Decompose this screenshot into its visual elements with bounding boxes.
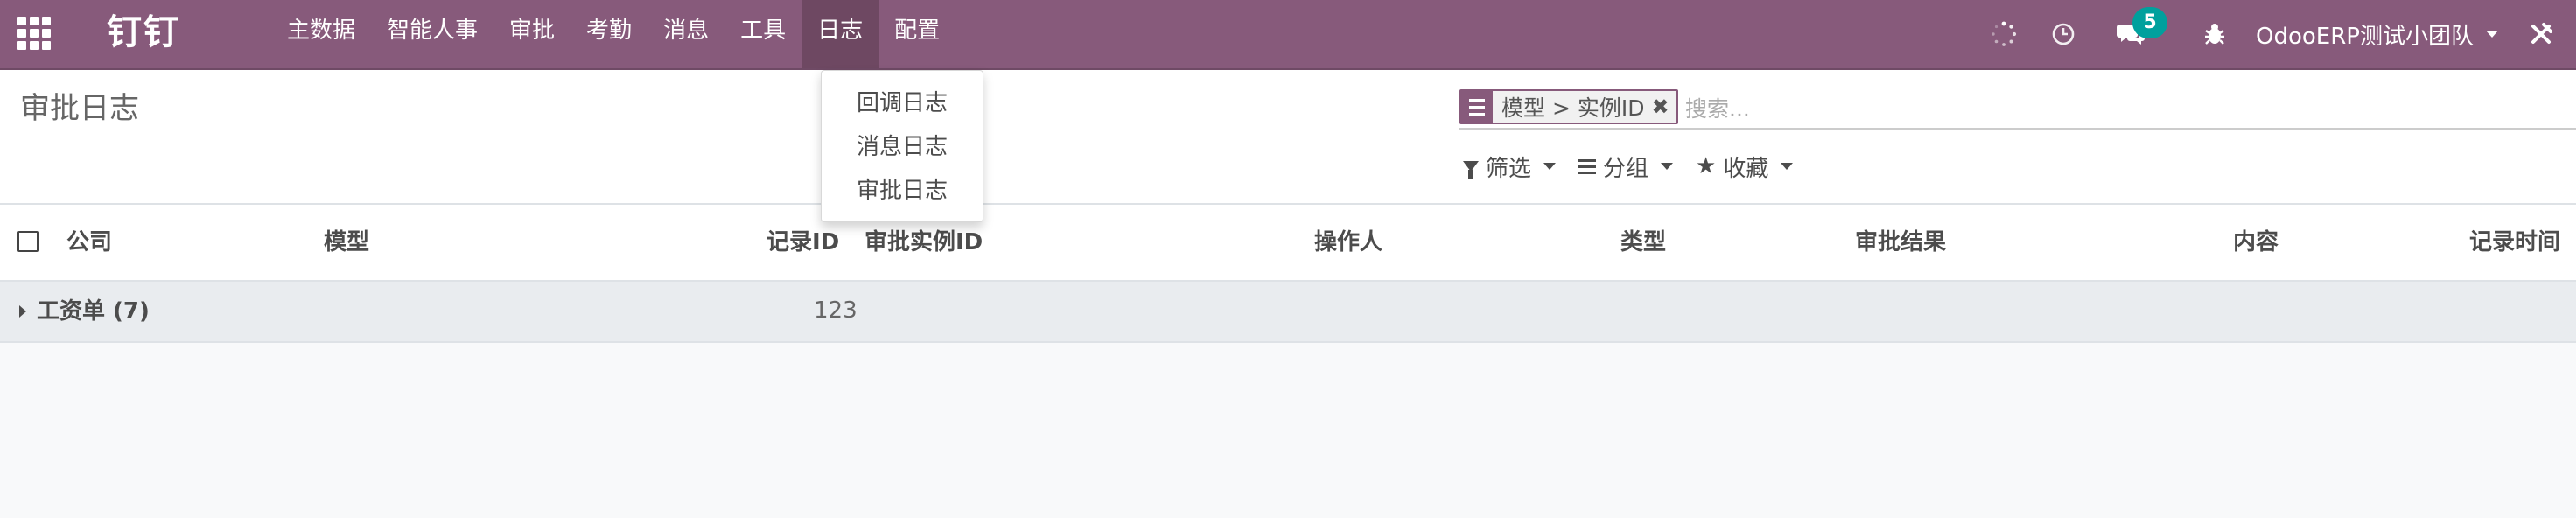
group-by-button[interactable]: 分组 [1578,150,1674,183]
filter-button[interactable]: 筛选 [1463,150,1557,183]
column-header-type[interactable]: 类型 [1620,205,1666,280]
apps-icon[interactable] [18,17,51,50]
chevron-down-icon [1661,163,1674,170]
spinner-icon[interactable] [1986,0,2021,68]
control-panel: 审批日志 模型 > 实例ID ✖ 筛选 分组 ★ 收藏 [0,70,2576,205]
menu-item-approval[interactable]: 审批 [494,0,570,68]
column-header-record-time[interactable]: 记录时间 [2469,205,2560,280]
menu-item-config[interactable]: 配置 [878,0,956,68]
dropdown-item-callback-log[interactable]: 回调日志 [822,81,983,125]
filter-icon [1463,161,1479,178]
dropdown-item-message-log[interactable]: 消息日志 [822,125,983,169]
star-icon: ★ [1696,153,1717,179]
group-row[interactable]: 工资单 (7) 123 [0,282,2576,343]
menu-item-attendance[interactable]: 考勤 [570,0,648,68]
menu-item-tools[interactable]: 工具 [724,0,802,68]
filter-label: 筛选 [1486,155,1532,182]
menu-item-logs[interactable]: 日志 [802,0,879,68]
group-by-icon [1461,90,1493,123]
group-record-id-sum: 123 [814,298,858,324]
user-name: OdooERP测试小团队 [2256,23,2474,50]
brand-title: 钉钉 [107,12,180,52]
select-all-checkbox[interactable] [18,231,38,252]
list-header: 公司 模型 记录ID 审批实例ID 操作人 类型 审批结果 内容 记录时间 [0,205,2576,282]
page-title: 审批日志 [20,91,139,126]
bug-icon[interactable] [2197,0,2232,68]
search-facet[interactable]: 模型 > 实例ID ✖ [1460,89,1678,124]
menu-item-hr[interactable]: 智能人事 [371,0,494,68]
chevron-down-icon [1544,163,1557,170]
favorites-button[interactable]: ★ 收藏 [1696,150,1794,183]
logs-dropdown-menu: 回调日志 消息日志 审批日志 [821,70,984,222]
chevron-down-icon [1781,163,1794,170]
clock-icon[interactable] [2046,0,2081,68]
group-by-label: 分组 [1603,155,1649,182]
menu-item-master-data[interactable]: 主数据 [271,0,371,68]
search-input[interactable] [1684,91,2474,126]
favorites-label: 收藏 [1723,155,1769,182]
bars-icon [1578,158,1597,174]
top-navbar: 钉钉 主数据 智能人事 审批 考勤 消息 工具 日志 配置 5 OdooERP测… [0,0,2576,70]
search-bar: 模型 > 实例ID ✖ [1460,88,2576,130]
search-options: 筛选 分组 ★ 收藏 [1463,149,1816,184]
debug-close-icon[interactable] [2524,0,2558,68]
main-menu: 主数据 智能人事 审批 考勤 消息 工具 日志 配置 [271,0,956,68]
caret-right-icon [19,305,26,318]
column-header-model[interactable]: 模型 [324,205,369,280]
column-header-company[interactable]: 公司 [66,205,112,280]
column-header-approval-result[interactable]: 审批结果 [1855,205,1946,280]
group-label: 工资单 (7) [37,298,150,325]
dropdown-item-approval-log[interactable]: 审批日志 [822,169,983,213]
chevron-down-icon [2485,31,2498,38]
search-facet-label: 模型 > 实例ID [1502,95,1645,121]
user-menu[interactable]: OdooERP测试小团队 [2256,0,2510,68]
column-header-content[interactable]: 内容 [2233,205,2278,280]
column-header-operator[interactable]: 操作人 [1314,205,1382,280]
menu-item-messages[interactable]: 消息 [648,0,724,68]
messages-count-badge: 5 [2132,7,2167,38]
remove-facet-icon[interactable]: ✖ [1651,94,1676,119]
